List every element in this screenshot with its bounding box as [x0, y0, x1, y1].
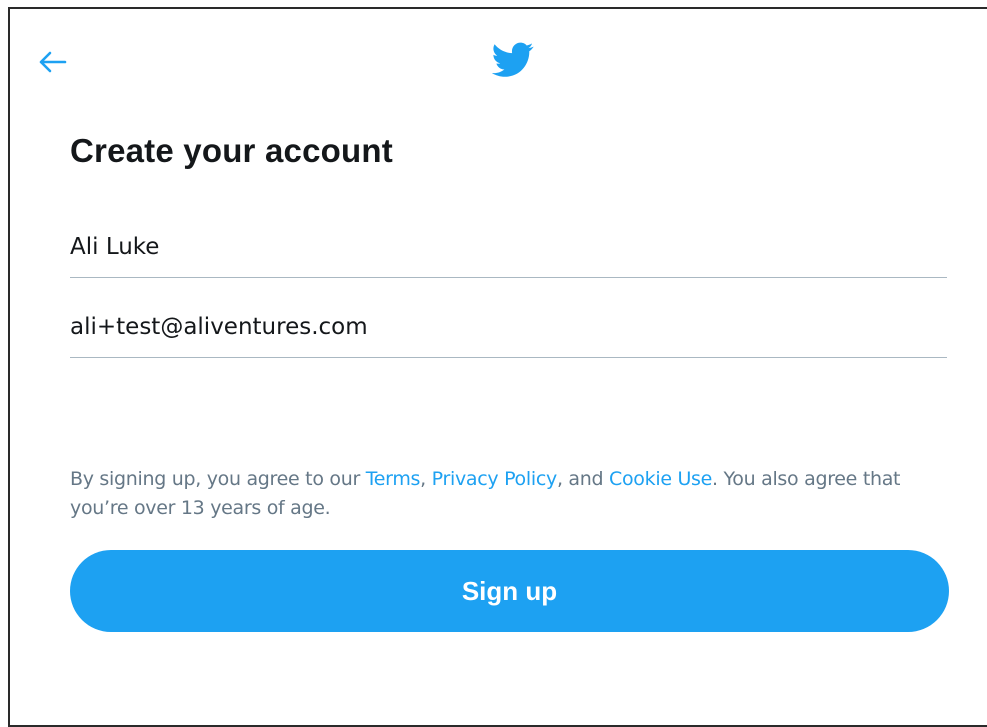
name-input[interactable] [70, 229, 947, 265]
terms-link[interactable]: Terms [366, 468, 421, 490]
email-input[interactable] [70, 309, 947, 345]
legal-notice: By signing up, you agree to our Terms, P… [70, 465, 950, 523]
email-field [70, 301, 947, 358]
privacy-policy-link[interactable]: Privacy Policy [432, 468, 558, 490]
cookie-use-link[interactable]: Cookie Use [609, 468, 712, 490]
page-title: Create your account [70, 132, 393, 169]
legal-prefix: By signing up, you agree to our [70, 468, 366, 490]
back-button[interactable] [38, 47, 68, 77]
sign-up-button[interactable]: Sign up [70, 550, 949, 632]
signup-dialog: Create your account By signing up, you a… [8, 7, 987, 727]
legal-separator: , and [556, 468, 610, 490]
twitter-bird-icon [492, 42, 534, 77]
name-field [70, 221, 947, 278]
arrow-left-icon [39, 51, 67, 73]
legal-separator: , [420, 468, 432, 490]
